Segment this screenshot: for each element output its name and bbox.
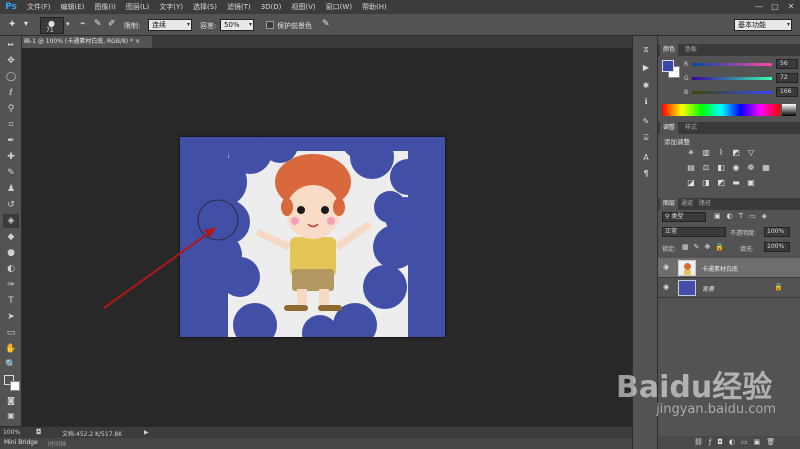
status-icon: ◘ <box>36 428 42 436</box>
layer-thumbnail <box>678 260 696 276</box>
timeline-tab[interactable]: 时间轴 <box>48 439 66 448</box>
threshold-icon[interactable]: ◩ <box>716 178 726 188</box>
fg-color-swatch[interactable] <box>662 60 674 72</box>
zoom-level[interactable]: 100% <box>3 429 20 436</box>
color-panel-tabs: 颜色 色板 <box>658 44 800 56</box>
photoshop-window: Ps 文件(F) 编辑(E) 图像(I) 图层(L) 文字(Y) 选择(S) 滤… <box>0 0 800 449</box>
tab-adjustments[interactable]: 调整 <box>660 122 679 134</box>
color-balance-icon[interactable]: ⚖ <box>701 163 711 173</box>
info-icon[interactable]: ℹ <box>639 96 653 108</box>
lock-icon: 🔒 <box>774 283 783 291</box>
selective-color-icon[interactable]: ▣ <box>746 178 756 188</box>
color-lookup-icon[interactable]: ▦ <box>761 163 771 173</box>
lock-label: 锁定: <box>662 246 677 253</box>
bw-icon[interactable]: ◧ <box>716 163 726 173</box>
b-label: B <box>684 89 689 96</box>
tab-color[interactable]: 颜色 <box>660 44 679 56</box>
brightness-icon[interactable]: ☀ <box>686 148 696 158</box>
history-icon[interactable]: ⧖ <box>639 44 653 56</box>
status-menu-arrow-icon[interactable]: ▶ <box>144 429 149 436</box>
watermark-brand: Baidu经验 <box>616 370 773 405</box>
layers-bottom-bar: ⛓ƒ◘◐▭▣🗑 <box>658 436 800 449</box>
g-value: 72 <box>780 74 788 81</box>
layer-filter-value: 类型 <box>671 213 684 220</box>
g-label: G <box>684 75 689 82</box>
layer-thumbnail <box>678 280 696 296</box>
opacity-value: 100% <box>767 228 785 235</box>
vibrance-icon[interactable]: ▽ <box>746 148 756 158</box>
r-slider[interactable] <box>692 63 772 66</box>
tab-swatches[interactable]: 色板 <box>682 44 700 56</box>
blend-mode-select[interactable]: 正常 <box>662 227 726 237</box>
tab-channels[interactable]: 通道 <box>678 198 696 210</box>
r-value: 56 <box>780 60 788 67</box>
status-bar: 100% ◘ 文档:452.2 K/517.8K ▶ <box>0 426 632 438</box>
posterize-icon[interactable]: ◨ <box>701 178 711 188</box>
tab-styles[interactable]: 样式 <box>682 122 700 134</box>
g-input[interactable]: 72 <box>776 73 798 83</box>
layer-row[interactable]: ◉ 卡通素材白底 <box>658 258 800 278</box>
tab-layers[interactable]: 图层 <box>660 198 679 210</box>
layer-row[interactable]: ◉ 背景 🔒 <box>658 278 800 298</box>
bw-ramp[interactable] <box>782 104 796 116</box>
visibility-eye-icon[interactable]: ◉ <box>663 263 669 271</box>
layers-panel-tabs: 图层 通道 路径 <box>658 198 800 210</box>
properties-icon[interactable]: ✱ <box>639 80 653 92</box>
thumbnail-shirt-icon <box>684 270 691 275</box>
doc-info: 文档:452.2 K/517.8K <box>62 431 123 438</box>
fill-value: 100% <box>767 243 785 250</box>
b-value: 166 <box>780 88 792 95</box>
curves-icon[interactable]: ⌇ <box>716 148 726 158</box>
levels-icon[interactable]: ▥ <box>701 148 711 158</box>
adjust-panel-tabs: 调整 样式 <box>658 122 800 134</box>
baidu-watermark: Baidu经验 jingyan.baidu.com <box>616 362 798 432</box>
layer-filter-icons[interactable]: ▣◐T▭◈ <box>714 212 773 220</box>
b-input[interactable]: 166 <box>776 87 798 97</box>
character-icon[interactable]: A <box>639 152 653 164</box>
photo-filter-icon[interactable]: ◉ <box>731 163 741 173</box>
tab-paths[interactable]: 路径 <box>696 198 714 210</box>
thumbnail-boy-icon <box>684 263 691 270</box>
exposure-icon[interactable]: ◩ <box>731 148 741 158</box>
fill-input[interactable]: 100% <box>764 242 790 252</box>
invert-icon[interactable]: ◪ <box>686 178 696 188</box>
b-slider[interactable] <box>692 91 772 94</box>
layer-name: 背景 <box>702 286 715 293</box>
layer-filter-select[interactable]: ⚲ 类型 <box>662 212 706 222</box>
brush-presets-icon[interactable]: ✎ <box>639 116 653 128</box>
hue-sat-icon[interactable]: ▤ <box>686 163 696 173</box>
r-label: R <box>684 61 689 68</box>
paragraph-icon[interactable]: ¶ <box>639 168 653 180</box>
channel-mixer-icon[interactable]: ❁ <box>746 163 756 173</box>
layer-actions-icons[interactable]: ⛓ƒ◘◐▭▣🗑 <box>694 438 781 446</box>
add-adjustment-title: 添加调整 <box>664 138 690 146</box>
mini-bridge-tab[interactable]: Mini Bridge <box>4 439 38 446</box>
brush-panel-icon[interactable]: ⌸ <box>639 132 653 144</box>
blend-mode-value: 正常 <box>665 228 678 235</box>
visibility-eye-icon[interactable]: ◉ <box>663 283 669 291</box>
watermark-url: jingyan.baidu.com <box>656 402 776 417</box>
actions-icon[interactable]: ▶ <box>639 62 653 74</box>
g-slider[interactable] <box>692 77 772 80</box>
search-icon: ⚲ <box>665 213 670 220</box>
fill-label: 填充: <box>740 246 755 253</box>
r-input[interactable]: 56 <box>776 59 798 69</box>
layer-name: 卡通素材白底 <box>702 266 739 273</box>
opacity-label: 不透明度: <box>730 230 757 237</box>
lock-icons[interactable]: ▦✎✥🔒 <box>682 243 729 251</box>
color-spectrum-bar[interactable] <box>662 104 780 116</box>
opacity-input[interactable]: 100% <box>764 227 790 237</box>
gradient-map-icon[interactable]: ▬ <box>731 178 741 188</box>
